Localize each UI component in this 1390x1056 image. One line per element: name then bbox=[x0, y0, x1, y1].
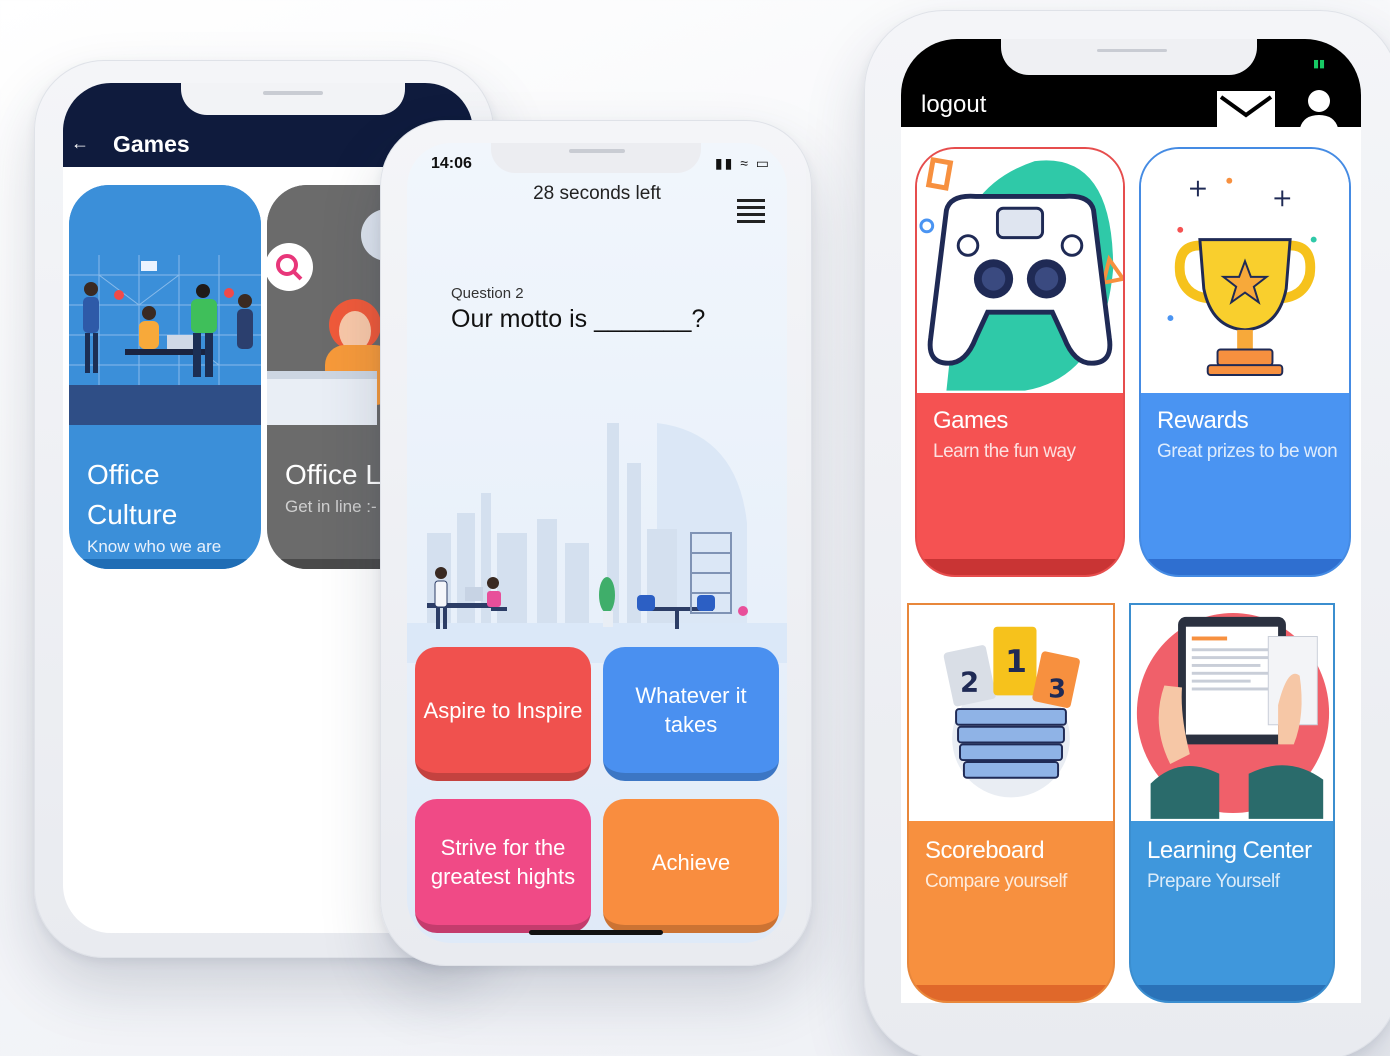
trophy-icon bbox=[1141, 149, 1349, 393]
tile-base bbox=[909, 985, 1113, 1001]
tile-base bbox=[1131, 985, 1333, 1001]
speaker bbox=[569, 149, 625, 153]
answer-label: Strive for the greatest hights bbox=[430, 835, 576, 889]
rewards-tile[interactable]: Rewards Great prizes to be won bbox=[1139, 147, 1351, 577]
dashboard-screen: ▮▮ logout Games Learn the fun way Reward… bbox=[901, 39, 1361, 1003]
notch bbox=[491, 143, 701, 173]
answer-button-1[interactable]: Aspire to Inspire bbox=[415, 647, 591, 781]
dashboard-phone: ▮▮ logout Games Learn the fun way Reward… bbox=[864, 10, 1390, 1056]
answer-button-4[interactable]: Achieve bbox=[603, 799, 779, 933]
tile-base bbox=[917, 559, 1123, 575]
card-title-line2: Culture bbox=[87, 499, 178, 530]
notch bbox=[1001, 39, 1257, 75]
logout-link[interactable]: logout bbox=[921, 91, 986, 119]
svg-text:3: 3 bbox=[1048, 674, 1066, 704]
countdown-timer: 28 seconds left bbox=[533, 183, 661, 204]
answer-label: Aspire to Inspire bbox=[423, 697, 583, 723]
user-icon[interactable] bbox=[1297, 89, 1341, 133]
arrow-left-icon[interactable]: ← bbox=[71, 133, 89, 154]
battery-icon: ▮▮ bbox=[1313, 58, 1326, 70]
home-indicator[interactable] bbox=[529, 930, 663, 935]
answer-button-3[interactable]: Strive for the greatest hights bbox=[415, 799, 591, 933]
mail-icon[interactable] bbox=[1217, 91, 1275, 131]
scoreboard-tile[interactable]: 2 1 3 Scoreboard Compare yourself bbox=[907, 603, 1115, 1003]
quiz-phone: 14:06 ▮▮ ≈ ▭ 28 seconds left Question 2 … bbox=[380, 120, 812, 966]
tile-title: Learning Center bbox=[1147, 837, 1312, 864]
answer-label: Whatever it takes bbox=[635, 683, 747, 737]
question-number: Question 2 bbox=[451, 285, 524, 302]
question-text: Our motto is _______? bbox=[451, 305, 706, 333]
tile-base bbox=[1141, 559, 1349, 575]
office-culture-card[interactable]: Office Culture Know who we are bbox=[69, 185, 261, 569]
tile-title: Scoreboard bbox=[925, 837, 1045, 864]
card-subtitle: Know who we are bbox=[87, 537, 222, 556]
quiz-screen: 14:06 ▮▮ ≈ ▭ 28 seconds left Question 2 … bbox=[407, 143, 787, 943]
tile-title: Games bbox=[933, 407, 1008, 434]
card-base bbox=[69, 559, 261, 569]
card-title: Office Culture bbox=[87, 455, 177, 535]
card-subtitle: Get in line :- bbox=[285, 497, 377, 516]
tile-title: Rewards bbox=[1157, 407, 1249, 434]
page-title: Games bbox=[113, 131, 190, 157]
office-meeting-illustration bbox=[407, 423, 787, 663]
card-title-line1: Office bbox=[87, 459, 160, 490]
tile-subtitle: Compare yourself bbox=[925, 871, 1067, 892]
tablet-book-icon bbox=[1131, 605, 1333, 821]
dashboard-header: ▮▮ logout bbox=[901, 39, 1361, 133]
tile-subtitle: Prepare Yourself bbox=[1147, 871, 1280, 892]
hamburger-menu-icon[interactable] bbox=[737, 199, 765, 223]
svg-text:1: 1 bbox=[1005, 644, 1027, 680]
status-icons: ▮▮ ≈ ▭ bbox=[714, 155, 771, 171]
podium-icon: 2 1 3 bbox=[909, 605, 1113, 821]
answer-button-2[interactable]: Whatever it takes bbox=[603, 647, 779, 781]
games-tile[interactable]: Games Learn the fun way bbox=[915, 147, 1125, 577]
speaker bbox=[1097, 49, 1167, 52]
tile-subtitle: Great prizes to be won bbox=[1157, 441, 1338, 462]
answer-label: Achieve bbox=[651, 849, 731, 875]
tile-subtitle: Learn the fun way bbox=[933, 441, 1076, 462]
learning-center-tile[interactable]: Learning Center Prepare Yourself bbox=[1129, 603, 1335, 1003]
speaker bbox=[263, 91, 323, 95]
gamepad-icon bbox=[917, 149, 1123, 393]
card-title: Office L bbox=[285, 459, 381, 490]
notch bbox=[181, 83, 405, 115]
svg-text:2: 2 bbox=[960, 667, 979, 698]
office-team-illustration bbox=[69, 185, 261, 425]
status-time: 14:06 bbox=[431, 155, 472, 172]
